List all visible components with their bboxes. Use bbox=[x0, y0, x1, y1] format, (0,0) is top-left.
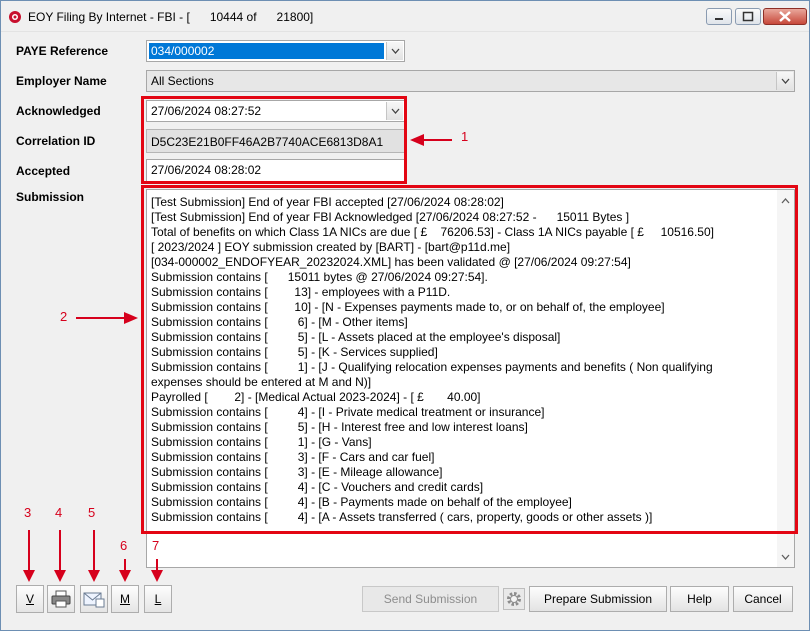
l-button-label: L bbox=[154, 592, 162, 606]
paye-reference-combo[interactable]: 034/000002 bbox=[146, 40, 405, 62]
arrow-left-icon bbox=[410, 134, 424, 146]
annotation-box-1 bbox=[141, 96, 407, 184]
maximize-button[interactable] bbox=[735, 8, 761, 25]
arrow-down-icon bbox=[88, 570, 100, 582]
v-button-label: V bbox=[25, 592, 34, 606]
paye-dropdown-button[interactable] bbox=[386, 42, 403, 60]
arrow-down-icon bbox=[54, 570, 66, 582]
employer-name-label: Employer Name bbox=[16, 74, 107, 88]
minimize-button[interactable] bbox=[706, 8, 732, 25]
submission-label: Submission bbox=[16, 190, 85, 204]
employer-name-value: All Sections bbox=[151, 74, 214, 88]
maximize-icon bbox=[742, 11, 754, 22]
prepare-submission-label: Prepare Submission bbox=[543, 592, 653, 606]
arrow-down-icon bbox=[119, 570, 131, 582]
l-button[interactable]: L bbox=[144, 585, 172, 613]
cancel-label: Cancel bbox=[744, 592, 782, 606]
chevron-down-icon bbox=[391, 48, 399, 54]
annotation-number-2: 2 bbox=[60, 309, 68, 324]
acknowledged-label: Acknowledged bbox=[16, 104, 101, 118]
email-button[interactable] bbox=[80, 585, 108, 613]
send-submission-label: Send Submission bbox=[383, 592, 478, 606]
print-button[interactable] bbox=[47, 585, 75, 613]
employer-name-combo[interactable]: All Sections bbox=[146, 70, 795, 92]
close-icon bbox=[779, 11, 791, 22]
annotation-number-3: 3 bbox=[24, 505, 32, 520]
correlation-id-label: Correlation ID bbox=[16, 134, 96, 148]
gear-icon bbox=[507, 592, 521, 606]
close-button[interactable] bbox=[763, 8, 807, 25]
chevron-down-icon bbox=[781, 78, 789, 84]
scroll-down-arrow[interactable] bbox=[777, 548, 794, 565]
annotation-number-1: 1 bbox=[461, 129, 469, 144]
window-title: EOY Filing By Internet - FBI - [ 10444 o… bbox=[28, 10, 314, 24]
send-submission-button[interactable]: Send Submission bbox=[362, 586, 499, 612]
paye-reference-value: 034/000002 bbox=[149, 43, 384, 59]
annotation-number-6: 6 bbox=[120, 538, 128, 553]
annotation-number-4: 4 bbox=[55, 505, 63, 520]
annotation-arrow-4 bbox=[59, 530, 61, 574]
settings-button[interactable] bbox=[503, 588, 525, 610]
annotation-arrow-1 bbox=[420, 139, 452, 141]
email-icon bbox=[83, 592, 105, 608]
chevron-down-icon bbox=[781, 554, 790, 560]
paye-reference-label: PAYE Reference bbox=[16, 44, 109, 58]
annotation-arrow-5 bbox=[93, 530, 95, 574]
m-button[interactable]: M bbox=[111, 585, 139, 613]
employer-dropdown-button[interactable] bbox=[776, 72, 793, 90]
minimize-icon bbox=[715, 18, 723, 20]
printer-icon bbox=[51, 590, 71, 608]
annotation-number-7: 7 bbox=[152, 538, 160, 553]
prepare-submission-button[interactable]: Prepare Submission bbox=[529, 586, 667, 612]
help-label: Help bbox=[687, 592, 712, 606]
m-button-label: M bbox=[120, 592, 130, 606]
arrow-down-icon bbox=[151, 570, 163, 582]
help-button[interactable]: Help bbox=[670, 586, 729, 612]
cancel-button[interactable]: Cancel bbox=[733, 586, 793, 612]
arrow-right-icon bbox=[124, 312, 138, 324]
annotation-box-2 bbox=[141, 185, 798, 534]
annotation-number-5: 5 bbox=[88, 505, 96, 520]
arrow-down-icon bbox=[23, 570, 35, 582]
annotation-arrow-2 bbox=[76, 317, 128, 319]
title-bar: EOY Filing By Internet - FBI - [ 10444 o… bbox=[1, 1, 809, 32]
v-button[interactable]: V bbox=[16, 585, 44, 613]
accepted-label: Accepted bbox=[16, 164, 71, 178]
annotation-arrow-3 bbox=[28, 530, 30, 574]
app-logo-icon bbox=[9, 11, 21, 23]
